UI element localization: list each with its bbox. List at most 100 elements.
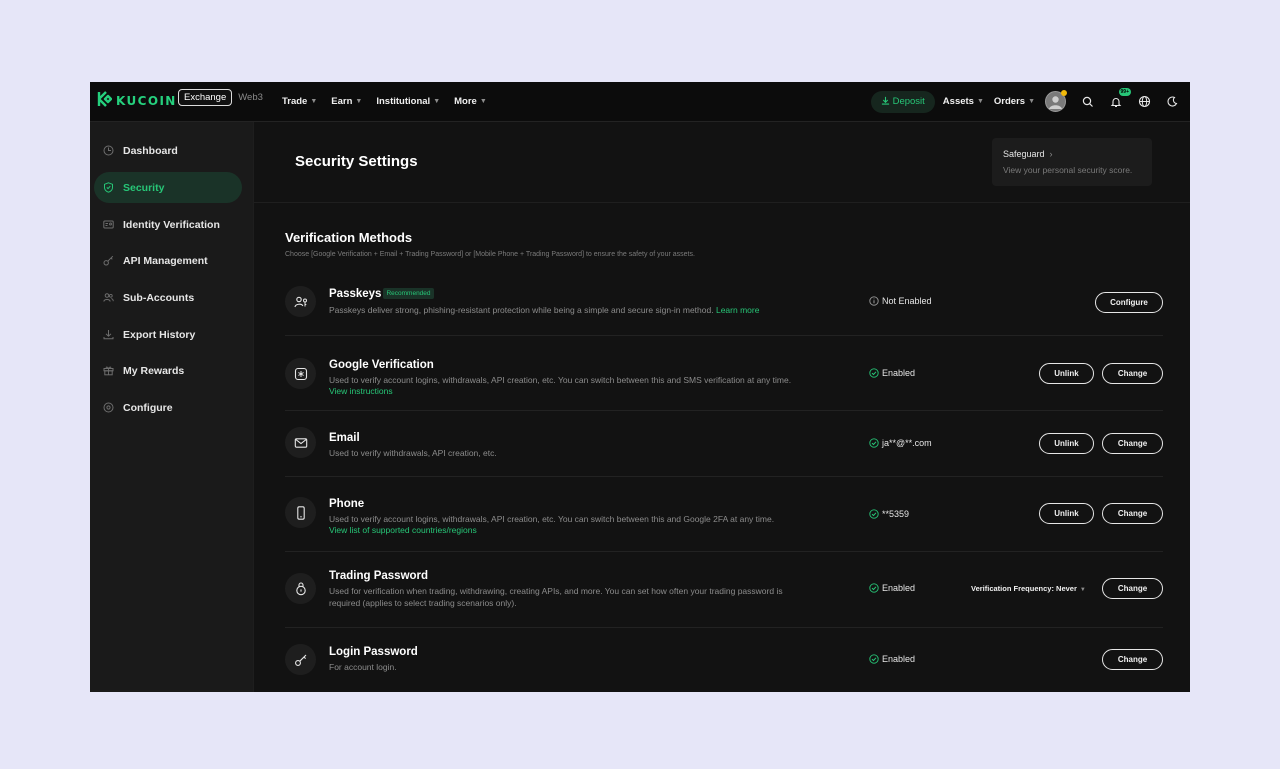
clock-icon: [103, 145, 115, 156]
google-verification-row: Google Verification Used to verify accou…: [285, 335, 1163, 411]
kucoin-logo[interactable]: KUCOIN: [96, 90, 177, 112]
sidebar-item-label: Dashboard: [123, 144, 178, 157]
view-instructions-link[interactable]: View instructions: [329, 386, 393, 396]
menu-label: Institutional: [376, 96, 431, 107]
notifications-button[interactable]: 99+: [1106, 87, 1131, 112]
sidebar-item-label: My Rewards: [123, 364, 185, 377]
sidebar-item-sub-accounts[interactable]: Sub-Accounts: [94, 282, 242, 313]
status-text: Not Enabled: [882, 296, 932, 306]
app-window: KUCOIN Exchange Web3 Trade ▼ Earn ▼ Instit…: [90, 82, 1190, 692]
bell-icon: [1110, 97, 1122, 107]
web3-mode-tab[interactable]: Web3: [238, 92, 263, 103]
password-key-icon: [285, 644, 316, 675]
trading-password-desc-line2: required (applies to select trading scen…: [329, 598, 517, 608]
gift-icon: [103, 365, 115, 376]
sidebar-item-label: Security: [123, 181, 165, 194]
mail-icon: [285, 427, 316, 458]
mode-switch: Exchange Web3: [178, 89, 263, 106]
status-text: Enabled: [882, 368, 916, 378]
safeguard-subtitle: View your personal security score.: [1003, 165, 1133, 175]
unlink-button[interactable]: Unlink: [1039, 363, 1094, 384]
phone-title: Phone: [329, 498, 365, 510]
email-desc: Used to verify withdrawals, API creation…: [329, 448, 497, 458]
google-verification-desc: Used to verify account logins, withdrawa…: [329, 375, 792, 385]
sidebar: Dashboard Security Identity Verification…: [90, 122, 254, 692]
email-title: Email: [329, 432, 360, 444]
email-row: Email Used to verify withdrawals, API cr…: [285, 410, 1163, 477]
menu-label: Trade: [282, 96, 308, 107]
status-label: Enabled: [869, 654, 915, 664]
passkey-icon: [285, 286, 316, 317]
menu-earn[interactable]: Earn ▼: [331, 96, 362, 107]
check-icon: [869, 368, 879, 378]
search-icon: [1082, 96, 1093, 107]
change-button[interactable]: Change: [1102, 503, 1163, 524]
chevron-down-icon: ▼: [479, 98, 487, 105]
safeguard-card[interactable]: Safeguard › View your personal security s…: [992, 138, 1152, 186]
change-button[interactable]: Change: [1102, 363, 1163, 384]
sidebar-item-my-rewards[interactable]: My Rewards: [94, 355, 242, 386]
shield-icon: [103, 182, 115, 193]
chevron-down-icon: ▼: [1079, 587, 1086, 593]
deposit-button[interactable]: Deposit: [870, 90, 935, 113]
theme-toggle-button[interactable]: [1162, 92, 1182, 112]
unlink-button[interactable]: Unlink: [1039, 433, 1094, 454]
avatar[interactable]: [1045, 90, 1067, 112]
deposit-label: Deposit: [892, 96, 925, 107]
moon-icon: [1166, 96, 1177, 107]
row-description: Passkeys deliver strong, phishing-resist…: [329, 304, 759, 316]
change-button[interactable]: Change: [1102, 649, 1163, 670]
sidebar-item-security[interactable]: Security: [94, 172, 242, 203]
sidebar-item-label: Sub-Accounts: [123, 291, 195, 304]
menu-more[interactable]: More ▼: [454, 96, 487, 107]
sidebar-item-label: API Management: [123, 254, 208, 267]
login-password-title: Login Password: [329, 646, 418, 658]
change-button[interactable]: Change: [1102, 578, 1163, 599]
section-subtitle: Choose [Google Verification + Email + Tr…: [285, 251, 695, 258]
main-menu: Trade ▼ Earn ▼ Institutional ▼ More ▼: [282, 82, 501, 121]
nav-right-group: Deposit Assets ▼ Orders ▼ 99+: [870, 82, 1190, 121]
sidebar-item-configure[interactable]: Configure: [94, 392, 242, 423]
phone-icon: [285, 497, 316, 528]
key-icon: [103, 255, 115, 266]
login-password-row: Login Password For account login. Enable…: [285, 627, 1163, 692]
sidebar-item-api-management[interactable]: API Management: [94, 245, 242, 276]
sidebar-item-dashboard[interactable]: Dashboard: [94, 135, 242, 166]
status-text: **5359: [882, 509, 910, 519]
exchange-mode-tab[interactable]: Exchange: [178, 89, 233, 106]
assets-label: Assets: [942, 96, 974, 107]
status-text: ja**@**.com: [882, 438, 932, 448]
unlink-button[interactable]: Unlink: [1039, 503, 1094, 524]
id-card-icon: [103, 219, 115, 230]
page-header: Security Settings Safeguard › View your p…: [254, 122, 1190, 203]
chevron-right-icon: ›: [1049, 149, 1053, 159]
learn-more-link[interactable]: Learn more: [716, 305, 759, 315]
download-icon: [103, 329, 115, 340]
passkeys-desc: Passkeys deliver strong, phishing-resist…: [329, 305, 714, 315]
check-icon: [869, 654, 879, 664]
verification-frequency-dropdown[interactable]: Verification Frequency: Never ▼: [971, 584, 1086, 593]
trading-password-desc-line1: Used for verification when trading, with…: [329, 586, 783, 596]
users-icon: [103, 292, 115, 303]
lock-icon: [285, 573, 316, 604]
language-button[interactable]: [1134, 92, 1154, 112]
configure-button[interactable]: Configure: [1095, 292, 1163, 313]
supported-regions-link[interactable]: View list of supported countries/regions: [329, 525, 477, 535]
status-label: **5359: [869, 509, 909, 519]
chevron-down-icon: ▼: [976, 98, 984, 105]
chevron-down-icon: ▼: [310, 98, 318, 105]
trading-password-title: Trading Password: [329, 570, 429, 582]
assets-menu[interactable]: Assets ▼: [943, 96, 984, 107]
menu-label: More: [454, 96, 477, 107]
sidebar-item-export-history[interactable]: Export History: [94, 319, 242, 350]
status-label: Not Enabled: [869, 296, 932, 306]
menu-trade[interactable]: Trade ▼: [282, 96, 317, 107]
sidebar-item-identity-verification[interactable]: Identity Verification: [94, 209, 242, 240]
kucoin-logo-icon: [96, 90, 113, 112]
menu-institutional[interactable]: Institutional ▼: [376, 96, 440, 107]
search-button[interactable]: [1078, 92, 1098, 112]
orders-menu[interactable]: Orders ▼: [994, 96, 1035, 107]
change-button[interactable]: Change: [1102, 433, 1163, 454]
logo-text: KUCOIN: [116, 94, 177, 108]
google-authenticator-icon: [285, 358, 316, 389]
